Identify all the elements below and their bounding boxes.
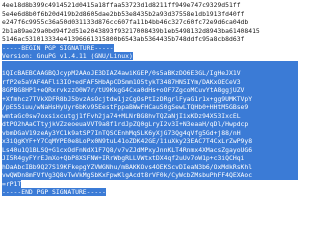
pgp-signature-line-6[interactable]: wmtaGc0sw7oxsixcutgj1fFvh2ja74+MLNrBG8hv… <box>2 111 298 120</box>
pgp-signature-text: dtPO2hAaCTtyjkVZzeoeuaVVT9a8f1rdJpZQ0gLr… <box>2 120 298 129</box>
pgp-signature-text: rfP2e5aYAF4AFli3IO+edFAF5HbApCDSmm1O5tyk… <box>2 77 298 86</box>
hash-line-2: 5e4e6d8b0f6b20d419b2d8605dae2bb53e8435b2… <box>2 9 245 18</box>
pgp-checksum-line[interactable]: =rP1T <box>2 179 298 189</box>
pgp-header-text: -----BEGIN PGP SIGNATURE----- <box>2 43 114 52</box>
pgp-signature-text: Ls40u1Q1BLSQ+G1cxOdFnNdX1F7Q8/v7vZJdMPxy… <box>2 145 298 154</box>
pgp-signature-line-13[interactable]: vwQWDn8mFVfVg3Q8vTwVkMgSbKxFpwKlgAcdt8rV… <box>2 171 298 180</box>
pgp-signature-text: vbmDGaV19zeAy3YC1k9atSP7InTQSCEnhMqSLK6y… <box>2 128 298 137</box>
pgp-signature-text: vwQWDn8mFVfVg3Q8vTwVkMgSbKxFpwKlgAcdt8rV… <box>2 171 298 180</box>
pgp-signature-line-7[interactable]: dtPO2hAaCTtyjkVZzeoeuaVVT9a8f1rdJpZQ0gLr… <box>2 120 298 129</box>
pgp-signature-footer[interactable]: -----END PGP SIGNATURE----- <box>2 188 298 197</box>
pgp-signature-header[interactable]: -----BEGIN PGP SIGNATURE----- <box>2 43 298 53</box>
text-document[interactable]: 4ee18d8b399c4914521d0415a18ffaa53723d1d8… <box>0 0 300 210</box>
pgp-blank-line[interactable]: ​ <box>2 60 298 69</box>
pgp-signature-line-10[interactable]: Ls40u1Q1BLSQ+G1cxOdFnNdX1F7Q8/v7vZJdMPxy… <box>2 145 298 154</box>
pgp-signature-text: hDaAbcIBb9Q27S19KFkepgYZVWGNhu/mBAKKOvs4… <box>2 162 298 171</box>
pgp-signature-line-5[interactable]: /pE55iuu/wNaHsHyUyr6bKv95EestFppaBWwFHCa… <box>2 103 298 112</box>
pgp-signature-line-8[interactable]: vbmDGaV19zeAy3YC1k9atSP7InTQSCEnhMqSLK6y… <box>2 128 298 137</box>
pgp-signature-line-11[interactable]: JI5R4gyFYrEJmXo+QbP8XSFNW+IRrWbgRLLVWtxt… <box>2 154 298 163</box>
pgp-signature-line-4[interactable]: +Xfmhcz7TVkXDFR8bJ5bvzAsOcjtdw1jzCgOsPtI… <box>2 94 298 103</box>
pgp-signature-text: x3iQgKYF+Y7CqMYPE0e8LoPx0N9tuL41oZDK42GE… <box>2 137 298 146</box>
pgp-signature-text: +Xfmhcz7TVkXDFR8bJ5bvzAsOcjtdw1jzCgOsPtI… <box>2 94 298 103</box>
pgp-signature-text: JI5R4gyFYrEJmXo+QbP8XSFNW+IRrWbgRLLVWtxt… <box>2 154 298 163</box>
pgp-signature-text: 8GPBG8HP1+eQRxrvkzzO0W7r/tU9KkgG4Cxa0dHs… <box>2 86 298 95</box>
pgp-signature-text: /pE55iuu/wNaHsHyUyr6bKv95EestFppaBWwFHCa… <box>2 103 298 112</box>
hash-line-5: 5146ac531013334e41396661315800b6543ab536… <box>2 35 245 43</box>
hash-line-4: 2b1a89ae29a0bd94f2d51e2043893f9321700843… <box>2 26 260 35</box>
pgp-checksum-text: =rP1T <box>2 179 22 188</box>
hash-line-3: e247f6c9955c36a50d031133d876cc607fa11b4b… <box>2 18 249 26</box>
pgp-footer-text: -----END PGP SIGNATURE----- <box>2 188 106 196</box>
pgp-signature-line-3[interactable]: 8GPBG8HP1+eQRxrvkzzO0W7r/tU9KkgG4Cxa0dHs… <box>2 86 298 95</box>
pgp-signature-line-1[interactable]: iQIcBAEBCAAGBQJcypM2AAoJE3DIAZ4awiKGEP/0… <box>2 69 298 78</box>
pgp-version-text: Version: GnuPG v1.4.11 (GNU/Linux) <box>2 52 133 60</box>
pgp-signature-line-2[interactable]: rfP2e5aYAF4AFli3IO+edFAF5HbApCDSmm1O5tyk… <box>2 77 298 86</box>
pgp-signature-text: iQIcBAEBCAAGBQJcypM2AAoJE3DIAZ4awiKGEP/0… <box>2 69 298 78</box>
pgp-signature-line-9[interactable]: x3iQgKYF+Y7CqMYPE0e8LoPx0N9tuL41oZDK42GE… <box>2 137 298 146</box>
pgp-signature-text: wmtaGc0sw7oxsixcutgj1fFvh2ja74+MLNrBG8hv… <box>2 111 298 120</box>
pgp-version-line[interactable]: Version: GnuPG v1.4.11 (GNU/Linux) <box>2 52 298 61</box>
hash-line-1: 4ee18d8b399c4914521d0415a18ffaa53723d1d8… <box>2 1 241 9</box>
pgp-signature-line-12[interactable]: hDaAbcIBb9Q27S19KFkepgYZVWGNhu/mBAKKOvs4… <box>2 162 298 171</box>
